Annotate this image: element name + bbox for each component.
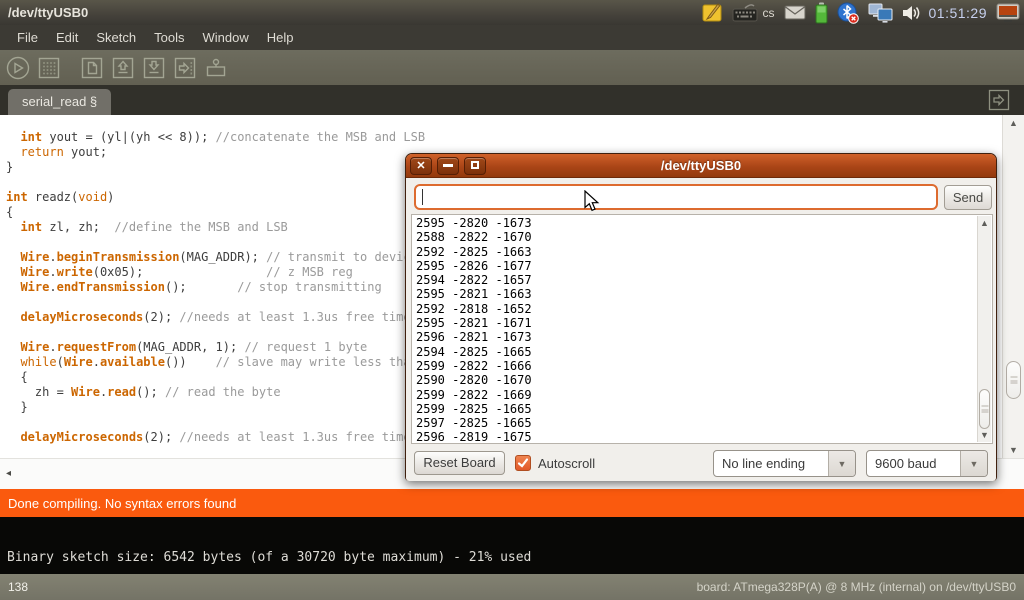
toolbar bbox=[0, 50, 1024, 85]
footer-status-bar: 138 board: ATmega328P(A) @ 8 MHz (intern… bbox=[0, 574, 1024, 600]
serial-line: 2596 -2819 -1675 bbox=[416, 430, 532, 444]
mouse-cursor bbox=[584, 190, 604, 219]
save-icon[interactable] bbox=[140, 54, 168, 82]
serial-line: 2595 -2821 -1671 bbox=[416, 316, 532, 330]
serial-monitor-icon[interactable] bbox=[202, 54, 230, 82]
send-button[interactable]: Send bbox=[944, 185, 992, 210]
serial-line: 2594 -2822 -1657 bbox=[416, 273, 532, 287]
serial-line: 2595 -2826 -1677 bbox=[416, 259, 532, 273]
autoscroll-label: Autoscroll bbox=[538, 456, 595, 471]
tab-bar: serial_read § bbox=[0, 85, 1024, 115]
scroll-left-icon[interactable]: ◂ bbox=[6, 468, 11, 479]
scroll-up-icon[interactable]: ▲ bbox=[1003, 117, 1024, 129]
chevron-down-icon[interactable]: ▼ bbox=[960, 451, 987, 476]
chevron-down-icon[interactable]: ▼ bbox=[828, 451, 855, 476]
compile-status-text: Done compiling. No syntax errors found bbox=[8, 496, 236, 511]
compile-status-bar: Done compiling. No syntax errors found bbox=[0, 489, 1024, 517]
serial-scrollbar-thumb[interactable] bbox=[979, 389, 990, 429]
code-line: int yout = (yl|(yh << 8)); //concatenate… bbox=[6, 130, 1024, 145]
serial-line: 2597 -2825 -1665 bbox=[416, 416, 532, 430]
menu-sketch[interactable]: Sketch bbox=[87, 27, 145, 48]
menu-file[interactable]: File bbox=[8, 27, 47, 48]
serial-line: 2592 -2818 -1652 bbox=[416, 302, 532, 316]
maximize-icon[interactable] bbox=[464, 157, 486, 175]
serial-monitor-title: /dev/ttyUSB0 bbox=[406, 158, 996, 173]
line-ending-dropdown[interactable]: No line ending ▼ bbox=[713, 450, 856, 477]
editor-vertical-scrollbar[interactable]: ▲ ▼ bbox=[1002, 115, 1024, 458]
stop-icon[interactable] bbox=[35, 54, 63, 82]
scroll-up-icon[interactable]: ▲ bbox=[978, 217, 991, 229]
console-output: Binary sketch size: 6542 bytes (of a 307… bbox=[0, 517, 1024, 574]
serial-line: 2596 -2821 -1673 bbox=[416, 330, 532, 344]
serial-output-area[interactable]: 2595 -2820 -16732588 -2822 -16702592 -28… bbox=[411, 214, 993, 444]
tab-serial-read[interactable]: serial_read § bbox=[8, 89, 111, 115]
upload-icon[interactable] bbox=[171, 54, 199, 82]
note-icon[interactable] bbox=[702, 3, 723, 22]
open-icon[interactable] bbox=[109, 54, 137, 82]
menu-help[interactable]: Help bbox=[258, 27, 303, 48]
board-info: board: ATmega328P(A) @ 8 MHz (internal) … bbox=[697, 580, 1016, 594]
screen: /dev/ttyUSB0 cs 01:51: bbox=[0, 0, 1024, 600]
line-number: 138 bbox=[8, 580, 28, 594]
serial-line: 2592 -2825 -1663 bbox=[416, 245, 532, 259]
keyboard-layout-icon[interactable] bbox=[732, 4, 758, 22]
top-panel: /dev/ttyUSB0 cs 01:51: bbox=[0, 0, 1024, 25]
serial-monitor-titlebar[interactable]: /dev/ttyUSB0 ✕ bbox=[406, 154, 996, 178]
serial-lines: 2595 -2820 -16732588 -2822 -16702592 -28… bbox=[416, 216, 532, 444]
text-caret bbox=[422, 189, 423, 205]
serial-monitor-window: /dev/ttyUSB0 ✕ Send 2595 -2820 -16732588… bbox=[405, 153, 997, 481]
menubar: FileEditSketchToolsWindowHelp bbox=[0, 25, 1024, 50]
volume-icon[interactable] bbox=[902, 4, 920, 22]
serial-line: 2599 -2825 -1665 bbox=[416, 402, 532, 416]
system-tray: cs 01:51:29 bbox=[702, 0, 1024, 25]
keyboard-layout-label[interactable]: cs bbox=[763, 6, 775, 20]
serial-monitor-body: Send 2595 -2820 -16732588 -2822 -1670259… bbox=[406, 178, 996, 481]
scroll-down-icon[interactable]: ▼ bbox=[1003, 444, 1024, 456]
reset-board-button[interactable]: Reset Board bbox=[414, 451, 505, 475]
serial-vertical-scrollbar[interactable]: ▲ ▼ bbox=[977, 216, 991, 442]
line-ending-value: No line ending bbox=[714, 451, 828, 476]
clock[interactable]: 01:51:29 bbox=[929, 5, 988, 21]
serial-line: 2595 -2821 -1663 bbox=[416, 287, 532, 301]
autoscroll-checkbox[interactable] bbox=[515, 455, 531, 471]
menu-edit[interactable]: Edit bbox=[47, 27, 87, 48]
serial-line: 2599 -2822 -1669 bbox=[416, 388, 532, 402]
window-title: /dev/ttyUSB0 bbox=[0, 5, 88, 20]
scroll-down-icon[interactable]: ▼ bbox=[978, 429, 991, 441]
verify-icon[interactable] bbox=[4, 54, 32, 82]
menu-tools[interactable]: Tools bbox=[145, 27, 193, 48]
close-icon[interactable]: ✕ bbox=[410, 157, 432, 175]
mail-icon[interactable] bbox=[784, 5, 806, 20]
editor-scrollbar-thumb[interactable] bbox=[1006, 361, 1021, 399]
serial-send-input[interactable] bbox=[414, 184, 938, 210]
menu-window[interactable]: Window bbox=[193, 27, 257, 48]
serial-line: 2599 -2822 -1666 bbox=[416, 359, 532, 373]
tab-menu-icon[interactable] bbox=[988, 89, 1010, 111]
serial-line: 2594 -2825 -1665 bbox=[416, 345, 532, 359]
minimize-icon[interactable] bbox=[437, 157, 459, 175]
console-text: Binary sketch size: 6542 bytes (of a 307… bbox=[7, 550, 531, 565]
new-sketch-icon[interactable] bbox=[78, 54, 106, 82]
bluetooth-icon[interactable] bbox=[837, 2, 859, 24]
battery-icon[interactable] bbox=[815, 2, 828, 24]
network-icon[interactable] bbox=[868, 3, 893, 23]
baud-rate-value: 9600 baud bbox=[867, 451, 960, 476]
session-icon[interactable] bbox=[996, 3, 1020, 23]
serial-line: 2595 -2820 -1673 bbox=[416, 216, 532, 230]
serial-line: 2590 -2820 -1670 bbox=[416, 373, 532, 387]
serial-line: 2588 -2822 -1670 bbox=[416, 230, 532, 244]
serial-monitor-controls: Reset Board Autoscroll No line ending ▼ … bbox=[406, 445, 996, 481]
baud-rate-dropdown[interactable]: 9600 baud ▼ bbox=[866, 450, 988, 477]
